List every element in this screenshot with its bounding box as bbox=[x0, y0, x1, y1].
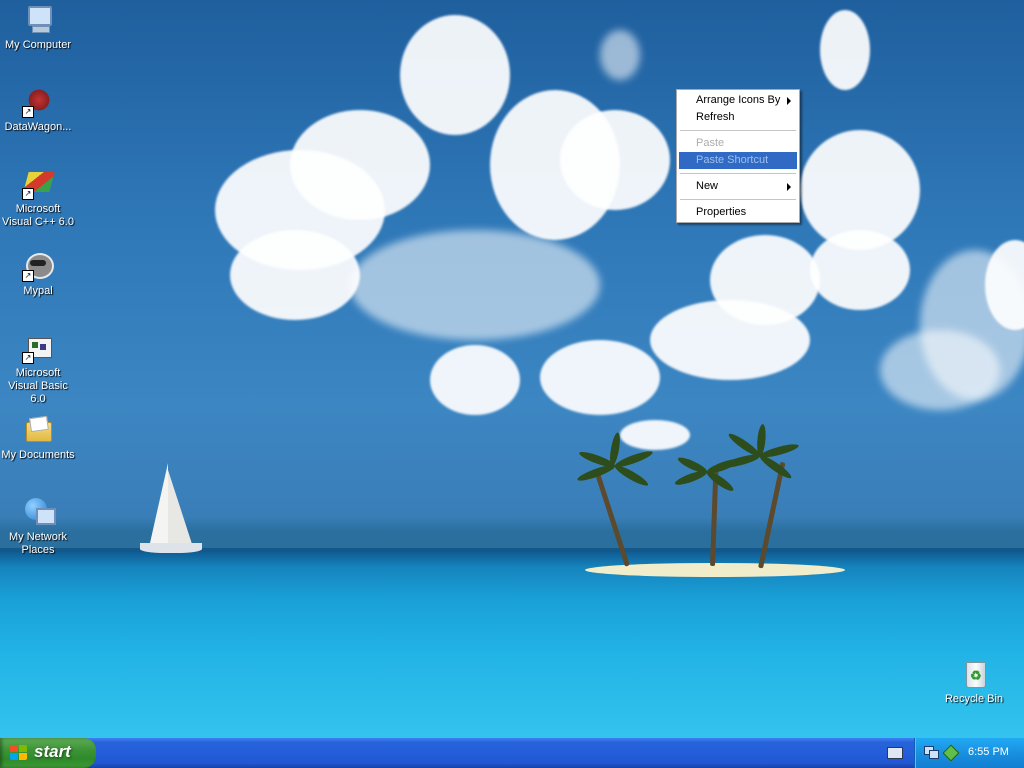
menu-item-new[interactable]: New bbox=[679, 178, 797, 195]
keyboard-icon[interactable] bbox=[887, 747, 903, 759]
network-tray-icon[interactable] bbox=[924, 746, 939, 759]
desktop-icon-mypal[interactable]: ↗ Mypal bbox=[0, 250, 76, 298]
safely-remove-icon[interactable] bbox=[942, 744, 960, 762]
desktop-icon-visual-basic[interactable]: ↗ Microsoft Visual Basic 6.0 bbox=[0, 332, 76, 406]
mypal-icon: ↗ bbox=[22, 250, 54, 282]
desktop-background[interactable]: My Computer ↗ DataWagon... ↗ Microsoft V… bbox=[0, 0, 1024, 738]
menu-item-paste-shortcut[interactable]: Paste Shortcut bbox=[679, 152, 797, 169]
system-tray: 6:55 PM bbox=[914, 738, 1024, 768]
menu-separator bbox=[680, 130, 796, 131]
taskbar: start 6:55 PM bbox=[0, 738, 1024, 768]
sailboat bbox=[150, 463, 168, 543]
computer-icon bbox=[22, 4, 54, 36]
menu-item-refresh[interactable]: Refresh bbox=[679, 109, 797, 126]
windows-logo-icon bbox=[10, 745, 28, 761]
menu-separator bbox=[680, 173, 796, 174]
menu-separator bbox=[680, 199, 796, 200]
menu-item-paste[interactable]: Paste bbox=[679, 135, 797, 152]
network-icon bbox=[22, 496, 56, 528]
desktop-icon-datawagon[interactable]: ↗ DataWagon... bbox=[0, 86, 76, 134]
desktop-icon-my-computer[interactable]: My Computer bbox=[0, 4, 76, 52]
menu-item-properties[interactable]: Properties bbox=[679, 204, 797, 221]
datawagon-icon: ↗ bbox=[22, 86, 54, 118]
submenu-arrow-icon bbox=[787, 97, 791, 105]
sea bbox=[0, 552, 1024, 738]
visual-cpp-icon: ↗ bbox=[22, 168, 55, 200]
submenu-arrow-icon bbox=[787, 183, 791, 191]
folder-icon bbox=[22, 414, 54, 446]
visual-basic-icon: ↗ bbox=[22, 332, 54, 364]
desktop-icon-my-network-places[interactable]: My Network Places bbox=[0, 496, 76, 557]
desktop-icon-recycle-bin[interactable]: ♻ Recycle Bin bbox=[936, 658, 1012, 706]
menu-item-arrange-icons-by[interactable]: Arrange Icons By bbox=[679, 92, 797, 109]
desktop-icon-my-documents[interactable]: My Documents bbox=[0, 414, 76, 462]
clock[interactable]: 6:55 PM bbox=[968, 746, 1009, 758]
start-button[interactable]: start bbox=[0, 738, 96, 768]
desktop-context-menu: Arrange Icons By Refresh Paste Paste Sho… bbox=[676, 89, 800, 223]
desktop-icon-visual-cpp[interactable]: ↗ Microsoft Visual C++ 6.0 bbox=[0, 168, 76, 229]
recycle-bin-icon: ♻ bbox=[958, 658, 990, 690]
